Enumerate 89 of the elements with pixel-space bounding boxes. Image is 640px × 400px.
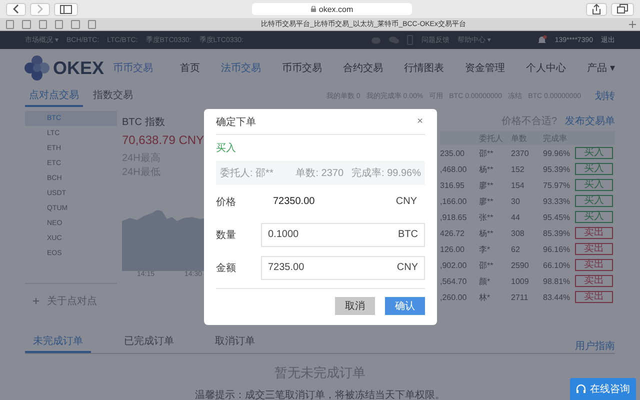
orders-cell-text: 1009 [511,276,530,286]
logo-icon [24,55,50,81]
phone-icon[interactable] [407,35,414,45]
back-button[interactable] [6,2,26,16]
rate-cell-text: 96.16% [543,244,572,254]
order-tab[interactable]: 已完成订单 [116,334,182,353]
plus-icon [33,298,39,304]
headset-icon [576,384,586,394]
rate-cell-text: 66.10% [543,260,572,270]
field-label: 数量 [216,228,237,242]
rate-cell-text: 93.33% [543,196,572,206]
user-cell-text: 杨** [479,164,494,174]
user-cell-text: 李* [479,244,492,254]
cancel-button[interactable]: 取消 [335,297,375,315]
orders-cell-text: 2711 [511,292,530,302]
user-cell-text: 颜* [479,276,492,286]
rate-cell-text: 99.96% [543,148,572,158]
index-price: 70,638.79 CNY [122,133,206,147]
tabs-icon[interactable] [611,2,634,16]
bell-icon[interactable] [536,35,547,45]
trader-rate: 完成率: 99.96% [352,166,421,180]
orders-cell-text: 62 [511,244,521,254]
online-chat-button[interactable]: 在线咨询 [570,378,636,400]
user-cell-text: 邵** [479,260,494,270]
price-cell-text: 426.72 [440,228,466,238]
user-cell-text: 廖** [479,180,494,190]
rate-cell-text: 83.44% [543,292,572,302]
rate-cell-text: 75.97% [543,180,572,190]
price-cell-text: ,902.00 [440,260,468,270]
lock-icon [310,6,316,12]
trader-orders: 单数: 2370 [296,166,344,180]
order-tab[interactable]: 取消订单 [207,334,263,353]
amount-input[interactable]: 7235.00 CNY [261,256,425,280]
logo-text: OKEX [53,58,104,78]
chat-icon[interactable] [389,36,400,44]
price-cell-text: ,468.00 [440,164,468,174]
dialog-title: 确定下单 [216,116,256,128]
orders-cell-text: 2590 [511,260,530,270]
rate-cell-text: 95.45% [543,212,572,222]
price-cell-text: ,166.00 [440,196,468,206]
share-icon[interactable] [586,2,607,16]
order-tab[interactable]: 未完成订单 [25,334,91,353]
transfer-link[interactable]: 划转 [595,89,615,103]
rate-cell-text: 95.39% [543,164,572,174]
user-cell-text: 邵** [479,148,494,158]
nav-item[interactable]: 法币交易 [221,61,262,75]
price-unit: CNY [396,196,417,207]
nav-item[interactable]: 行情图表 [404,61,444,75]
amount-input[interactable]: 0.1000 BTC [261,222,425,246]
nav-item[interactable]: 币币交易 [282,61,322,75]
price-cell-text: 316.95 [440,180,466,190]
tip-text: 温馨提示：成交三笔取消订单，将被冻结当天下单权限。 [195,390,445,400]
trade-tab[interactable]: 点对点交易 [25,85,83,107]
user-cell-text: 张** [479,212,494,222]
nav-item[interactable]: 个人中心 [526,61,566,75]
index-title: BTC 指数 [122,116,166,129]
orders-cell-text: 2370 [511,148,530,158]
price-cell-text: ,564.70 [440,276,468,286]
price-cell-text: 235.00 [440,148,466,158]
orders-cell-text: 154 [511,180,526,190]
nav-item[interactable]: 首页 [180,61,200,75]
trade-tab[interactable]: 指数交易 [89,85,137,107]
field-label: 金额 [216,262,237,274]
user-cell-text: 杨** [479,228,494,238]
price-cell-text: ,918.65 [440,212,468,222]
user-cell-text: 林* [479,292,492,302]
trader-name: 委托人: 邵** [220,166,274,180]
orders-cell-text: 152 [511,164,526,174]
close-button[interactable]: × [415,116,425,127]
rate-cell-text: 98.81% [543,276,572,286]
field-label: 价格 [216,196,237,208]
rate-cell-text: 85.39% [543,228,572,238]
nav-item[interactable]: 合约交易 [343,61,384,75]
logo-subtitle: 币币交易 [113,62,154,75]
nav-item[interactable]: 产品 ▾ [587,61,615,75]
price-cell-text: 126.00 [440,244,466,254]
sidebar-icon[interactable] [54,2,78,16]
orders-cell-text: 30 [511,196,521,206]
guide-link[interactable]: 用户指南 [575,339,615,353]
confirm-button[interactable]: 确认 [385,297,425,315]
orders-cell-text: 308 [511,228,526,238]
user-cell-text: 廖** [479,196,494,206]
publish-link[interactable]: 发布交易单 [565,114,615,128]
nav-item[interactable]: 资金管理 [465,61,506,75]
price-value: 72350.00 [273,196,315,207]
orders-cell-text: 44 [511,212,521,222]
order-side: 买入 [216,142,237,155]
address-bar[interactable]: okex.com [252,3,412,15]
price-cell-text: ,260.00 [440,292,468,302]
